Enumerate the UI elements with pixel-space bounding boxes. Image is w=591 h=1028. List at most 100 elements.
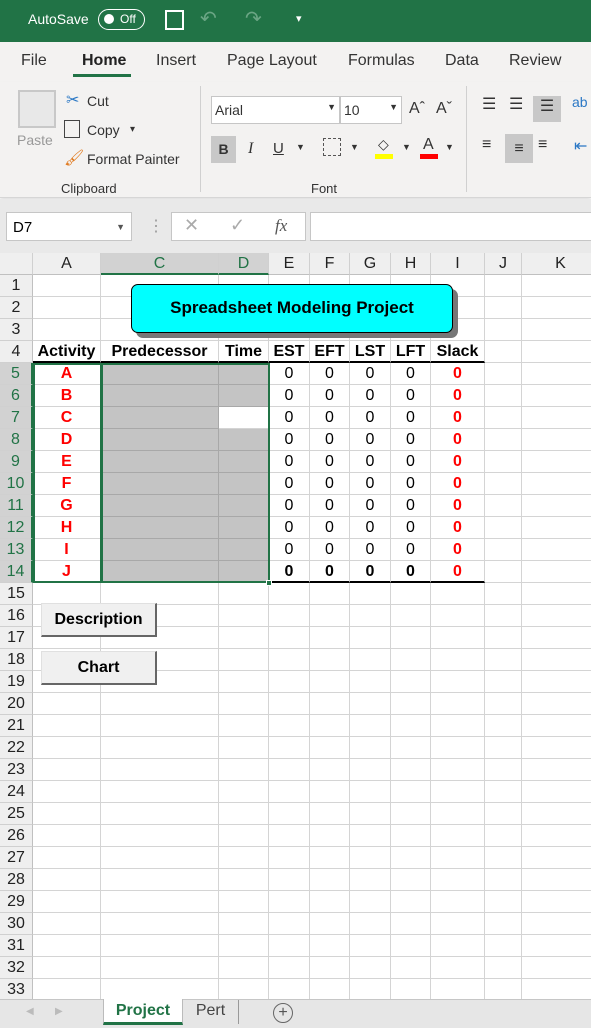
- column-title[interactable]: Activity: [33, 341, 101, 363]
- customize-toolbar-icon[interactable]: ▾: [296, 12, 302, 25]
- activity-cell[interactable]: H: [33, 517, 101, 539]
- cell[interactable]: [485, 605, 522, 627]
- row-header[interactable]: 4: [0, 341, 33, 363]
- column-header-j[interactable]: J: [485, 253, 522, 275]
- row-header[interactable]: 24: [0, 781, 33, 803]
- column-header-h[interactable]: H: [391, 253, 431, 275]
- font-color-dropdown-icon[interactable]: ▼: [445, 142, 454, 152]
- cell[interactable]: [522, 693, 591, 715]
- cell[interactable]: [485, 539, 522, 561]
- cell[interactable]: [522, 473, 591, 495]
- lst-cell[interactable]: 0: [350, 451, 391, 473]
- scroll-right-icon[interactable]: ▶: [55, 1006, 63, 1017]
- align-middle-icon[interactable]: ☰: [509, 94, 523, 114]
- formula-input[interactable]: [310, 212, 591, 241]
- cell[interactable]: [219, 825, 269, 847]
- cell[interactable]: [269, 913, 310, 935]
- input-cell[interactable]: [101, 363, 219, 385]
- borders-dropdown-icon[interactable]: ▼: [350, 142, 359, 152]
- cell[interactable]: [269, 627, 310, 649]
- cell[interactable]: [485, 297, 522, 319]
- column-title[interactable]: LST: [350, 341, 391, 363]
- row-header[interactable]: 13: [0, 539, 33, 561]
- cell[interactable]: [431, 781, 485, 803]
- cell[interactable]: [391, 979, 431, 1001]
- input-cell[interactable]: [219, 363, 269, 385]
- est-cell[interactable]: 0: [269, 407, 310, 429]
- input-cell[interactable]: [101, 561, 219, 583]
- cell[interactable]: [33, 869, 101, 891]
- eft-cell[interactable]: 0: [310, 385, 350, 407]
- column-header-c[interactable]: C: [101, 253, 219, 275]
- input-cell[interactable]: [101, 451, 219, 473]
- cell[interactable]: [431, 825, 485, 847]
- cell[interactable]: [522, 539, 591, 561]
- row-header[interactable]: 2: [0, 297, 33, 319]
- cell[interactable]: [219, 847, 269, 869]
- cell[interactable]: [391, 891, 431, 913]
- est-cell[interactable]: 0: [269, 451, 310, 473]
- cell[interactable]: [33, 715, 101, 737]
- cell[interactable]: [431, 671, 485, 693]
- cell[interactable]: [522, 671, 591, 693]
- cell[interactable]: [33, 781, 101, 803]
- fill-dropdown-icon[interactable]: ▼: [402, 142, 411, 152]
- cell[interactable]: [391, 693, 431, 715]
- save-icon[interactable]: [165, 10, 184, 30]
- lst-cell[interactable]: 0: [350, 385, 391, 407]
- paste-button[interactable]: Paste: [17, 132, 53, 148]
- insert-function-icon[interactable]: fx: [275, 216, 287, 236]
- cell[interactable]: [391, 913, 431, 935]
- row-header[interactable]: 33: [0, 979, 33, 1001]
- cell[interactable]: [33, 297, 101, 319]
- est-cell[interactable]: 0: [269, 561, 310, 583]
- column-title[interactable]: Predecessor: [101, 341, 219, 363]
- cell[interactable]: [431, 957, 485, 979]
- lft-cell[interactable]: 0: [391, 429, 431, 451]
- cell[interactable]: [485, 759, 522, 781]
- eft-cell[interactable]: 0: [310, 451, 350, 473]
- row-header[interactable]: 3: [0, 319, 33, 341]
- cell[interactable]: [310, 979, 350, 1001]
- cell[interactable]: [101, 825, 219, 847]
- sheet-tab-project[interactable]: Project: [103, 999, 183, 1025]
- cell[interactable]: [310, 737, 350, 759]
- undo-icon[interactable]: ↶: [200, 6, 217, 31]
- cell[interactable]: [431, 693, 485, 715]
- cell[interactable]: [310, 847, 350, 869]
- input-cell[interactable]: [219, 385, 269, 407]
- lst-cell[interactable]: 0: [350, 407, 391, 429]
- lft-cell[interactable]: 0: [391, 539, 431, 561]
- cell[interactable]: [431, 869, 485, 891]
- eft-cell[interactable]: 0: [310, 407, 350, 429]
- cell[interactable]: [350, 957, 391, 979]
- cell[interactable]: [219, 693, 269, 715]
- column-header-g[interactable]: G: [350, 253, 391, 275]
- cell[interactable]: [522, 825, 591, 847]
- fill-color-icon[interactable]: ◇: [378, 136, 389, 153]
- decrease-font-icon[interactable]: Aˇ: [436, 100, 452, 118]
- row-header[interactable]: 26: [0, 825, 33, 847]
- cell[interactable]: [101, 979, 219, 1001]
- cell[interactable]: [522, 495, 591, 517]
- cut-button[interactable]: Cut: [87, 93, 109, 109]
- est-cell[interactable]: 0: [269, 517, 310, 539]
- input-cell[interactable]: [101, 495, 219, 517]
- cell[interactable]: [269, 847, 310, 869]
- cell[interactable]: [522, 649, 591, 671]
- cell[interactable]: [350, 935, 391, 957]
- cell[interactable]: [350, 759, 391, 781]
- est-cell[interactable]: 0: [269, 429, 310, 451]
- cell[interactable]: [269, 759, 310, 781]
- bold-button[interactable]: B: [211, 136, 236, 163]
- cell[interactable]: [101, 715, 219, 737]
- cell[interactable]: [350, 583, 391, 605]
- cell[interactable]: [101, 583, 219, 605]
- cell[interactable]: [391, 847, 431, 869]
- lft-cell[interactable]: 0: [391, 385, 431, 407]
- cell[interactable]: [219, 891, 269, 913]
- lst-cell[interactable]: 0: [350, 561, 391, 583]
- cell[interactable]: [350, 847, 391, 869]
- cell[interactable]: [485, 275, 522, 297]
- activity-cell[interactable]: D: [33, 429, 101, 451]
